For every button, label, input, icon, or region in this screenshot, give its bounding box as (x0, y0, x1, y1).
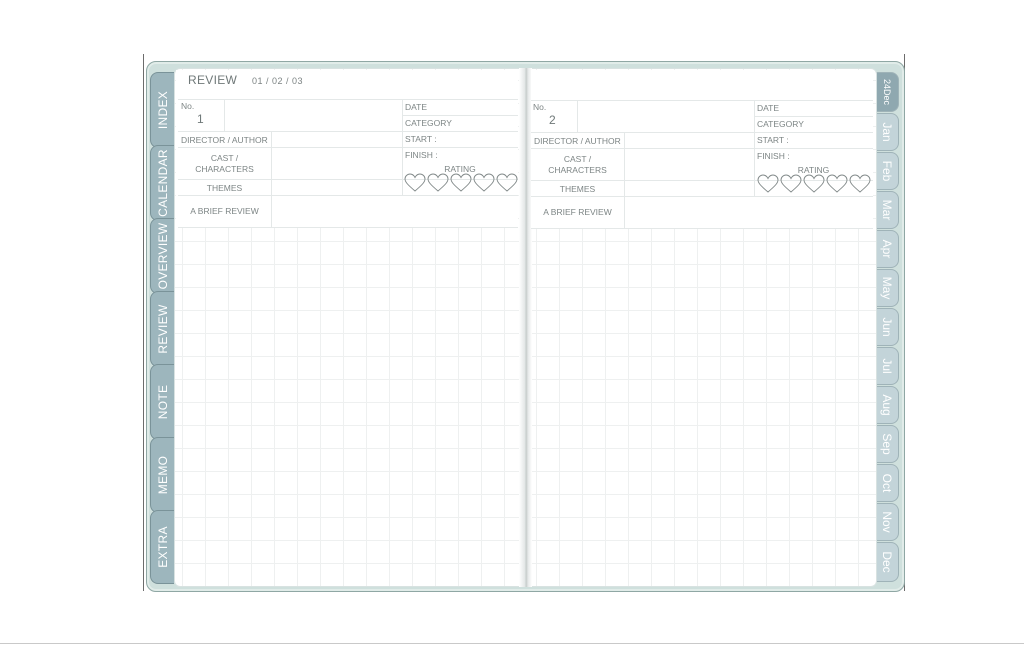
table-line (402, 99, 403, 195)
heart-icon[interactable] (757, 174, 779, 194)
tab-note-label: NOTE (155, 384, 170, 420)
tab-jul[interactable]: Jul (876, 347, 899, 385)
tab-overview-label: OVERVIEW (155, 222, 170, 290)
date-label: DATE (405, 102, 428, 112)
heart-icon[interactable] (450, 173, 472, 193)
themes-label: THEMES (559, 184, 596, 194)
tab-review-label: REVIEW (155, 304, 170, 354)
tab-may-label: May (880, 276, 894, 300)
tab-nov-label: Nov (880, 511, 894, 533)
table-line (178, 195, 518, 196)
table-line (224, 99, 225, 131)
category-label: CATEGORY (757, 119, 804, 129)
characters-label: CHARACTERS (548, 165, 607, 175)
tab-dec-label: Dec (880, 551, 894, 573)
heart-icon[interactable] (473, 173, 495, 193)
tab-memo-label: MEMO (155, 455, 170, 495)
heart-icon[interactable] (826, 174, 848, 194)
tab-jun-label: Jun (880, 317, 894, 337)
tab-calendar[interactable]: CALENDAR (150, 145, 174, 221)
tab-24dec-label: 24Dec (882, 78, 892, 106)
tab-aug[interactable]: Aug (876, 386, 899, 424)
tab-note[interactable]: NOTE (150, 364, 174, 440)
right-header-area (531, 70, 873, 228)
tab-oct-label: Oct (880, 473, 894, 493)
finish-label: FINISH : (405, 150, 438, 160)
director-label: DIRECTOR / AUTHOR (181, 135, 268, 145)
tab-review[interactable]: REVIEW (150, 291, 174, 367)
tab-overview[interactable]: OVERVIEW (150, 218, 174, 294)
table-line (531, 228, 873, 229)
tab-24dec[interactable]: 24Dec (876, 72, 899, 112)
start-label: START : (405, 134, 437, 144)
table-line (178, 99, 518, 100)
heart-icon[interactable] (404, 173, 426, 193)
rating-hearts[interactable] (757, 174, 871, 194)
themes-label: THEMES (206, 183, 243, 193)
page-date: 01 / 02 / 03 (252, 76, 304, 86)
table-line (402, 115, 518, 116)
left-header-area (176, 70, 518, 228)
tab-oct[interactable]: Oct (876, 464, 899, 502)
table-line (577, 100, 578, 132)
table-line (531, 148, 873, 149)
table-line (624, 132, 625, 228)
tab-extra-label: EXTRA (155, 526, 170, 568)
tab-nov[interactable]: Nov (876, 503, 899, 541)
heart-icon[interactable] (803, 174, 825, 194)
tab-sep[interactable]: Sep (876, 425, 899, 463)
heart-icon[interactable] (780, 174, 802, 194)
table-line (178, 147, 518, 148)
tab-index-label: INDEX (155, 90, 170, 130)
characters-label: CHARACTERS (195, 164, 254, 174)
tab-jan[interactable]: Jan (876, 113, 899, 151)
tab-jan-label: Jan (880, 122, 894, 142)
heart-icon[interactable] (849, 174, 871, 194)
no-label: No. (181, 101, 195, 111)
cast-label: CAST / (563, 154, 592, 164)
window-bottom-divider (0, 643, 1024, 644)
start-label: START : (757, 135, 789, 145)
table-line (531, 100, 873, 101)
brief-review-label: A BRIEF REVIEW (543, 207, 612, 217)
rating-hearts[interactable] (404, 173, 518, 193)
table-line (271, 131, 272, 227)
tab-apr[interactable]: Apr (876, 230, 899, 268)
tab-mar[interactable]: Mar (876, 191, 899, 229)
frame-left-line (143, 54, 144, 591)
date-label: DATE (757, 103, 780, 113)
tab-jun[interactable]: Jun (876, 308, 899, 346)
tab-jul-label: Jul (880, 358, 894, 374)
table-line (754, 100, 755, 196)
page-title: REVIEW (188, 73, 238, 87)
cast-label: CAST / (210, 153, 239, 163)
table-line (178, 227, 518, 228)
finish-label: FINISH : (757, 151, 790, 161)
entry-number: 2 (549, 113, 556, 127)
director-label: DIRECTOR / AUTHOR (534, 136, 621, 146)
tab-feb[interactable]: Feb (876, 152, 899, 190)
table-line (178, 131, 518, 132)
category-label: CATEGORY (405, 118, 452, 128)
table-line (754, 116, 873, 117)
heart-icon[interactable] (496, 173, 518, 193)
table-line (531, 196, 873, 197)
no-label: No. (533, 102, 547, 112)
tab-may[interactable]: May (876, 269, 899, 307)
brief-review-label: A BRIEF REVIEW (190, 206, 259, 216)
tab-extra[interactable]: EXTRA (150, 510, 174, 584)
table-line (531, 132, 873, 133)
tab-sep-label: Sep (880, 433, 894, 455)
entry-number: 1 (197, 112, 204, 126)
tab-index[interactable]: INDEX (150, 72, 174, 148)
tab-calendar-label: CALENDAR (155, 149, 170, 217)
tab-aug-label: Aug (880, 394, 894, 416)
tab-apr-label: Apr (880, 239, 894, 259)
tab-dec[interactable]: Dec (876, 542, 899, 582)
tab-feb-label: Feb (880, 160, 894, 182)
heart-icon[interactable] (427, 173, 449, 193)
tab-mar-label: Mar (880, 199, 894, 221)
tab-memo[interactable]: MEMO (150, 437, 174, 513)
